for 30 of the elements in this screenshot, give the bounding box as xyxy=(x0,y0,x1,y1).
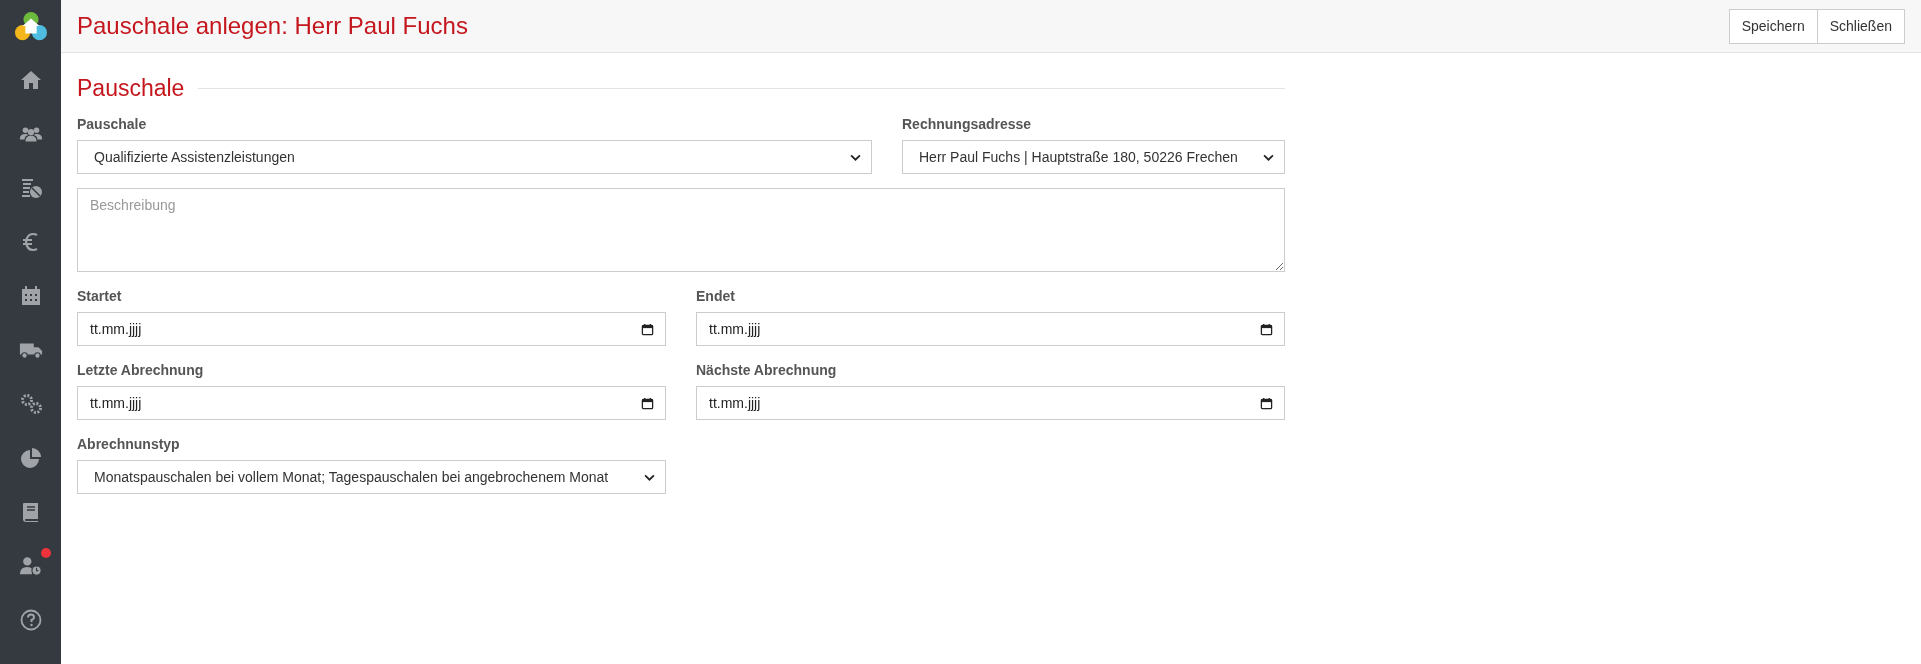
caret-icon xyxy=(1263,153,1274,161)
calendar-icon[interactable] xyxy=(1260,323,1273,336)
description-field[interactable]: Beschreibung xyxy=(77,188,1285,272)
field-label: Startet xyxy=(77,288,123,304)
page-title: Pauschale anlegen: Herr Paul Fuchs xyxy=(77,12,468,40)
pie-chart-icon[interactable] xyxy=(18,446,43,470)
section-title: Pauschale xyxy=(77,75,185,102)
date-field[interactable]: tt.mm.jjjj xyxy=(696,386,1285,420)
date-field[interactable]: tt.mm.jjjj xyxy=(77,312,666,346)
caret-icon xyxy=(644,473,655,481)
date-field[interactable]: tt.mm.jjjj xyxy=(696,312,1285,346)
select-field[interactable]: Herr Paul Fuchs | Hauptstraße 180, 50226 Frechen xyxy=(902,140,1285,174)
field-label: Abrechnunstyp xyxy=(77,436,181,452)
save-button[interactable]: Speichern xyxy=(1728,8,1818,44)
gears-icon[interactable] xyxy=(18,392,43,416)
field-label: Nächste Abrechnung xyxy=(696,362,838,378)
date-field[interactable]: tt.mm.jjjj xyxy=(77,386,666,420)
field-label: Letzte Abrechnung xyxy=(77,362,205,378)
calendar-icon[interactable] xyxy=(641,397,654,410)
field-label: Endet xyxy=(696,288,736,304)
calendar-icon[interactable] xyxy=(641,323,654,336)
select-field[interactable]: Monatspauschalen bei vollem Monat; Tagespauschalen bei angebrochenem Monat xyxy=(77,460,666,494)
close-button[interactable]: Schließen xyxy=(1817,8,1905,44)
select-field[interactable]: Qualifizierte Assistenzleistungen xyxy=(77,140,872,174)
calendar-icon[interactable] xyxy=(1260,397,1273,410)
field-label: Rechnungsadresse xyxy=(902,116,1033,132)
help-icon[interactable] xyxy=(18,608,43,632)
user-clock-icon[interactable] xyxy=(18,554,43,578)
field-label: Pauschale xyxy=(77,116,148,132)
caret-icon xyxy=(850,153,861,161)
